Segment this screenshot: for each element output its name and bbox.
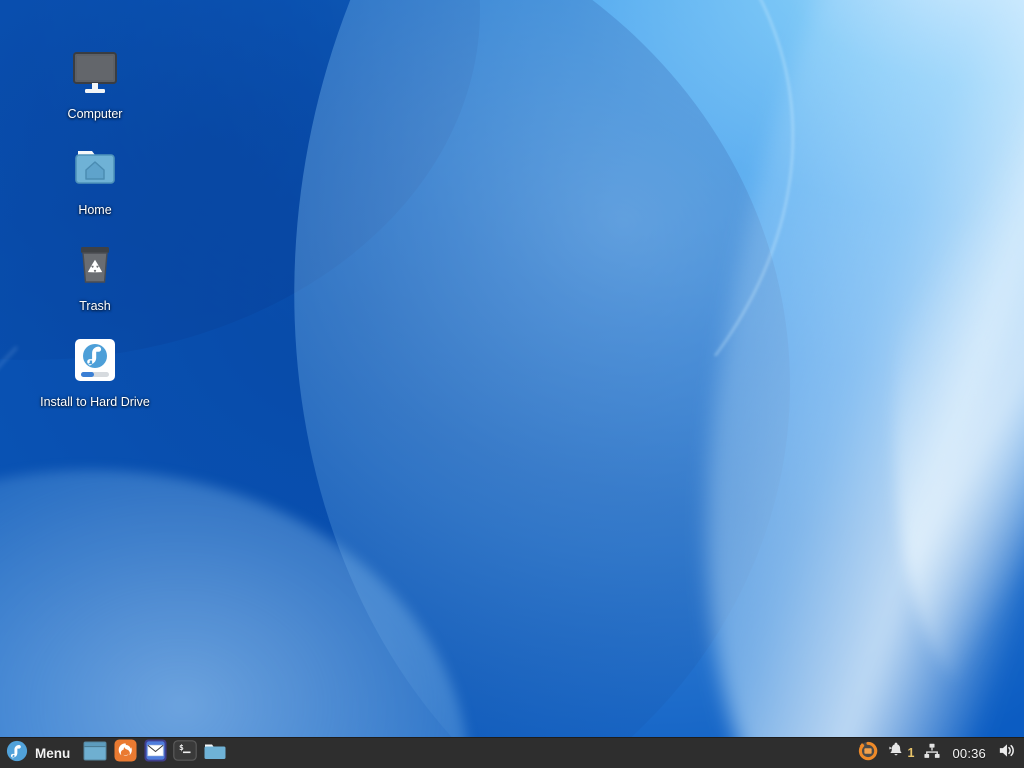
fedora-logo-icon <box>6 740 28 767</box>
desktop-icon-install-to-hard-drive[interactable]: Install to Hard Drive <box>30 332 160 410</box>
package-update-icon <box>858 741 878 766</box>
window-icon <box>83 741 107 766</box>
firefox-icon <box>114 739 137 767</box>
trash-bin-icon <box>67 236 123 292</box>
desktop-icon-home[interactable]: Home <box>30 140 160 218</box>
svg-text:$: $ <box>179 743 184 752</box>
desktop-icon-container: Computer Home Trash <box>30 44 160 428</box>
launcher-firefox[interactable] <box>110 738 140 768</box>
desktop-icon-label: Install to Hard Drive <box>40 395 150 410</box>
desktop-icon-label: Home <box>78 203 111 218</box>
folder-icon <box>203 741 227 766</box>
desktop-icon-computer[interactable]: Computer <box>30 44 160 122</box>
bell-icon <box>887 742 905 765</box>
speaker-icon <box>997 741 1016 765</box>
menu-button-label: Menu <box>35 746 70 761</box>
system-tray: 1 00:36 <box>858 738 1024 768</box>
launcher-folder[interactable] <box>200 738 230 768</box>
menu-button[interactable]: Menu <box>0 738 80 768</box>
computer-monitor-icon <box>67 44 123 100</box>
taskbar-launchers: Menu <box>0 738 230 768</box>
home-folder-icon <box>67 140 123 196</box>
launcher-terminal[interactable]: $ <box>170 738 200 768</box>
notification-count: 1 <box>908 746 915 760</box>
fedora-installer-icon <box>67 332 123 388</box>
mail-envelope-icon <box>144 739 167 767</box>
desktop-icon-label: Computer <box>68 107 123 122</box>
desktop-icon-label: Trash <box>79 299 111 314</box>
launcher-file-manager[interactable] <box>80 738 110 768</box>
tray-notifications[interactable]: 1 <box>887 742 915 765</box>
launcher-mail[interactable] <box>140 738 170 768</box>
tray-volume[interactable] <box>997 741 1016 765</box>
network-wired-icon <box>923 742 941 765</box>
tray-network[interactable] <box>923 742 941 765</box>
tray-software-updates[interactable] <box>858 741 878 766</box>
desktop-icon-trash[interactable]: Trash <box>30 236 160 314</box>
taskbar: Menu <box>0 737 1024 768</box>
terminal-icon: $ <box>173 740 197 766</box>
clock[interactable]: 00:36 <box>950 746 988 761</box>
